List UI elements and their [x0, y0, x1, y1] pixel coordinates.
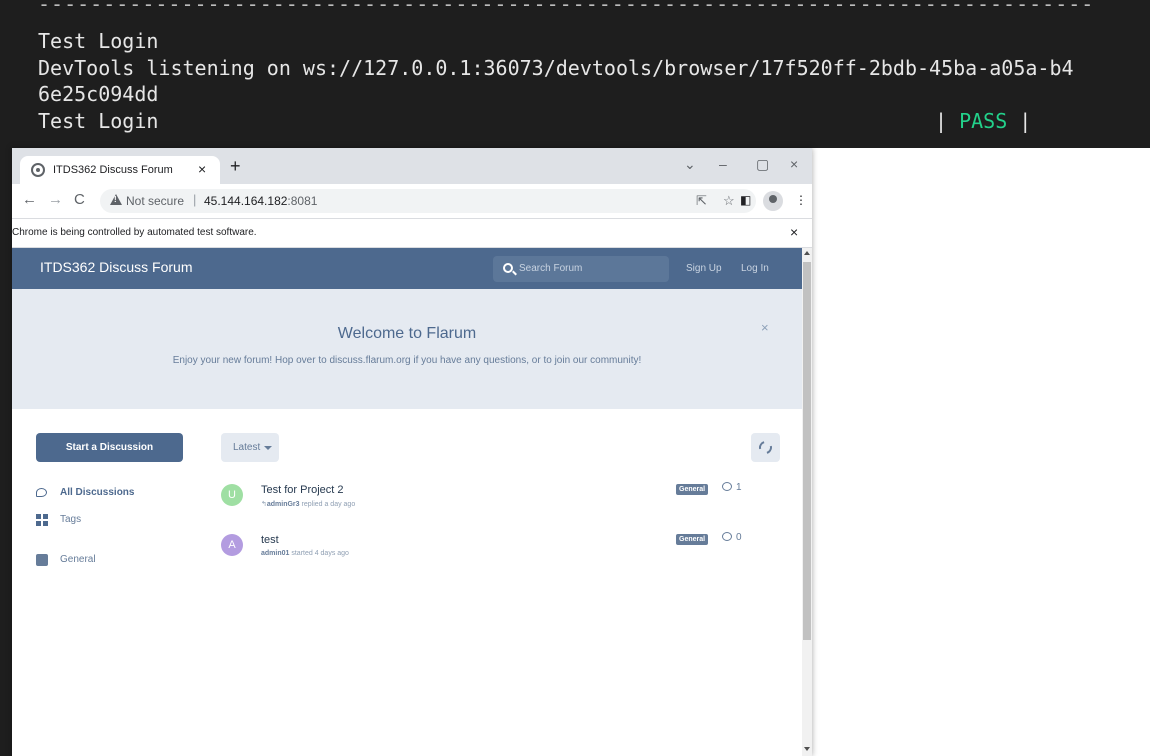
close-window-button[interactable]: × [790, 156, 798, 172]
sort-dropdown[interactable]: Latest [221, 433, 279, 462]
comment-bubble-icon [722, 482, 732, 491]
reply-count-value: 0 [736, 532, 742, 543]
page-scrollbar[interactable] [802, 248, 812, 756]
discussion-user[interactable]: adminGr3 [267, 501, 300, 508]
login-link[interactable]: Log In [741, 263, 769, 274]
discussion-list-item[interactable]: U Test for Project 2 ↰adminGr3 replied a… [221, 482, 781, 520]
reply-count: 1 [722, 482, 742, 493]
reply-count-value: 1 [736, 482, 742, 493]
share-icon[interactable]: ⇱ [696, 193, 707, 209]
tab-close-icon[interactable]: × [198, 161, 206, 177]
discussion-list-item[interactable]: A test admin01 started 4 days ago Genera… [221, 532, 781, 570]
terminal-line: 6e25c094dd [38, 82, 159, 106]
search-placeholder: Search Forum [519, 263, 583, 274]
pass-status: PASS [959, 109, 1008, 133]
terminal-edge [0, 148, 12, 756]
back-arrow-icon[interactable]: ← [22, 192, 37, 208]
discussion-meta: ↰adminGr3 replied a day ago [261, 500, 355, 508]
profile-avatar-icon[interactable] [763, 191, 783, 211]
url-port: :8081 [287, 194, 318, 208]
caret-down-icon [264, 446, 272, 450]
hero-description: Enjoy your new forum! Hop over to discus… [172, 355, 642, 366]
hero-title: Welcome to Flarum [337, 325, 477, 342]
avatar[interactable]: A [221, 534, 243, 556]
result-bar-left: | [935, 109, 960, 133]
browser-toolbar: ← → C Not secure | 45.144.164.182:8081 ⇱… [12, 184, 812, 218]
screenshot: ----------------------------------------… [0, 0, 1150, 756]
tab-strip: ITDS362 Discuss Forum × + ⌄ – ▢ × [12, 148, 812, 184]
discussion-title[interactable]: test [261, 534, 279, 546]
infobar-close-icon[interactable]: × [790, 224, 798, 240]
signup-link[interactable]: Sign Up [686, 263, 722, 274]
tab-title: ITDS362 Discuss Forum [53, 164, 173, 176]
infobar-message: Chrome is being controlled by automated … [12, 227, 257, 238]
scrollbar-thumb[interactable] [803, 262, 811, 640]
hero-close-icon[interactable]: × [761, 321, 769, 335]
forward-arrow-icon[interactable]: → [48, 192, 63, 208]
refresh-button[interactable] [751, 433, 780, 462]
reload-icon[interactable]: C [74, 192, 85, 208]
minimize-button[interactable]: – [719, 156, 727, 172]
browser-window: ITDS362 Discuss Forum × + ⌄ – ▢ × ← → C … [12, 148, 812, 756]
url-text[interactable]: 45.144.164.182:8081 [204, 194, 317, 208]
sidebar-item-label: Tags [60, 514, 82, 525]
sidebar-item-label: General [60, 554, 96, 565]
security-label[interactable]: Not secure [126, 194, 184, 208]
warning-icon[interactable] [110, 194, 122, 205]
tab-search-icon[interactable]: ⌄ [684, 156, 696, 172]
forum-header: ITDS362 Discuss Forum Search Forum Sign … [12, 248, 802, 289]
comment-bubble-icon [722, 532, 732, 541]
side-panel-icon[interactable]: ◧ [740, 193, 751, 207]
scroll-down-arrow-icon[interactable] [804, 747, 810, 751]
reply-count: 0 [722, 532, 742, 543]
terminal-line: Test Login [38, 109, 159, 133]
test-result: | PASS | [935, 109, 1031, 133]
url-host: 45.144.164.182 [204, 194, 288, 208]
tag-badge[interactable]: General [676, 484, 709, 495]
discussion-action: replied a day ago [301, 501, 356, 508]
tag-badge[interactable]: General [676, 534, 709, 545]
browser-tab[interactable]: ITDS362 Discuss Forum × [20, 156, 220, 184]
terminal-output: ----------------------------------------… [0, 0, 1150, 148]
tag-icon [36, 554, 48, 566]
discussion-title[interactable]: Test for Project 2 [261, 484, 344, 496]
scroll-up-arrow-icon[interactable] [804, 251, 810, 255]
url-separator: | [193, 192, 197, 207]
discussion-user[interactable]: admin01 [261, 550, 289, 557]
welcome-hero: Welcome to Flarum Enjoy your new forum! … [12, 289, 802, 409]
chat-bubbles-icon [36, 488, 47, 497]
terminal-divider: ----------------------------------------… [38, 0, 1095, 16]
start-discussion-button[interactable]: Start a Discussion [36, 433, 183, 462]
grid-icon [36, 514, 48, 526]
search-input[interactable]: Search Forum [493, 256, 669, 282]
avatar[interactable]: U [221, 484, 243, 506]
sort-label: Latest [233, 442, 261, 453]
automation-infobar: Chrome is being controlled by automated … [12, 218, 812, 248]
new-tab-button[interactable]: + [230, 157, 241, 175]
discussion-meta: admin01 started 4 days ago [261, 550, 349, 557]
bookmark-star-icon[interactable]: ☆ [723, 193, 735, 209]
maximize-button[interactable]: ▢ [756, 156, 769, 172]
result-bar-right: | [1007, 109, 1032, 133]
terminal-line: DevTools listening on ws://127.0.0.1:360… [38, 56, 1074, 80]
refresh-icon [756, 438, 775, 457]
page-viewport: ITDS362 Discuss Forum Search Forum Sign … [12, 248, 802, 756]
globe-icon [31, 163, 45, 177]
forum-title[interactable]: ITDS362 Discuss Forum [40, 259, 192, 275]
discussion-action: started 4 days ago [291, 550, 349, 557]
address-bar[interactable]: Not secure | 45.144.164.182:8081 ⇱ ☆ [100, 189, 756, 213]
sidebar-item-label: All Discussions [60, 487, 135, 498]
menu-kebab-icon[interactable]: ⋮ [795, 193, 807, 207]
terminal-line: Test Login [38, 29, 159, 53]
search-icon [503, 263, 513, 273]
